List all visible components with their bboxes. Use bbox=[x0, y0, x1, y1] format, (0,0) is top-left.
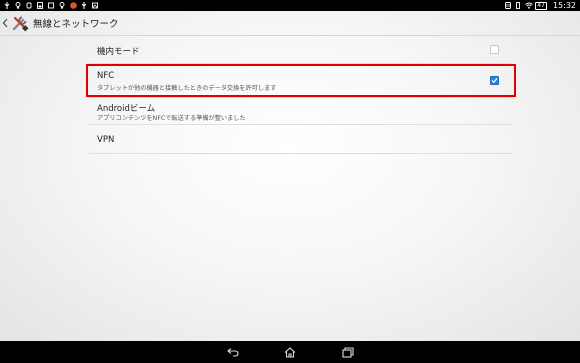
nfc-icon bbox=[505, 2, 512, 9]
battery-icon: 47 bbox=[535, 1, 547, 10]
usb-debug-icon bbox=[26, 2, 32, 9]
app-notification-icon bbox=[70, 2, 77, 9]
nfc-checkbox[interactable] bbox=[490, 76, 499, 85]
page-title: 無線とネットワーク bbox=[33, 19, 119, 30]
action-bar[interactable]: 無線とネットワーク bbox=[0, 11, 580, 36]
bulb-icon bbox=[15, 2, 21, 9]
up-arrow-icon[interactable] bbox=[2, 17, 10, 29]
settings-list: 機内モード NFC タブレットが他の機器と接触したときのデータ交換を許可します … bbox=[89, 37, 513, 154]
system-icons: 47 15:32 bbox=[505, 0, 580, 11]
usb-icon bbox=[81, 2, 87, 9]
notification-icons bbox=[0, 0, 98, 11]
airplane-mode-row[interactable]: 機内モード bbox=[89, 37, 513, 64]
status-bar: 47 15:32 bbox=[0, 0, 580, 11]
checkmark-icon bbox=[491, 78, 498, 84]
nfc-title: NFC bbox=[97, 71, 115, 81]
nfc-row[interactable]: NFC タブレットが他の機器と接触したときのデータ交換を許可します bbox=[89, 64, 513, 98]
nfc-summary: タブレットが他の機器と接触したときのデータ交換を許可します bbox=[97, 85, 277, 92]
vpn-row[interactable]: VPN bbox=[89, 125, 513, 154]
settings-screen: 無線とネットワーク 機内モード NFC タブレットが他の機器と接触したときのデー… bbox=[0, 11, 580, 341]
settings-tools-icon bbox=[11, 14, 29, 32]
wifi-icon bbox=[525, 2, 534, 9]
home-icon[interactable] bbox=[283, 345, 297, 359]
airplane-mode-title: 機内モード bbox=[97, 47, 140, 57]
navigation-bar bbox=[0, 341, 580, 363]
usb-icon bbox=[4, 2, 10, 9]
bulb-icon bbox=[59, 2, 65, 9]
vpn-title: VPN bbox=[97, 135, 115, 145]
back-icon[interactable] bbox=[226, 345, 240, 359]
vibrate-icon bbox=[515, 2, 521, 9]
download-icon bbox=[37, 2, 43, 9]
status-clock: 15:32 bbox=[552, 1, 576, 10]
android-beam-summary: アプリコンテンツをNFCで転送する準備が整いました bbox=[97, 115, 246, 122]
recent-apps-icon[interactable] bbox=[341, 345, 355, 359]
screenshot-icon bbox=[48, 2, 54, 9]
airplane-mode-checkbox[interactable] bbox=[490, 45, 499, 54]
android-beam-row[interactable]: Androidビーム アプリコンテンツをNFCで転送する準備が整いました bbox=[89, 98, 513, 125]
image-icon bbox=[92, 2, 98, 9]
battery-level: 47 bbox=[537, 2, 545, 9]
